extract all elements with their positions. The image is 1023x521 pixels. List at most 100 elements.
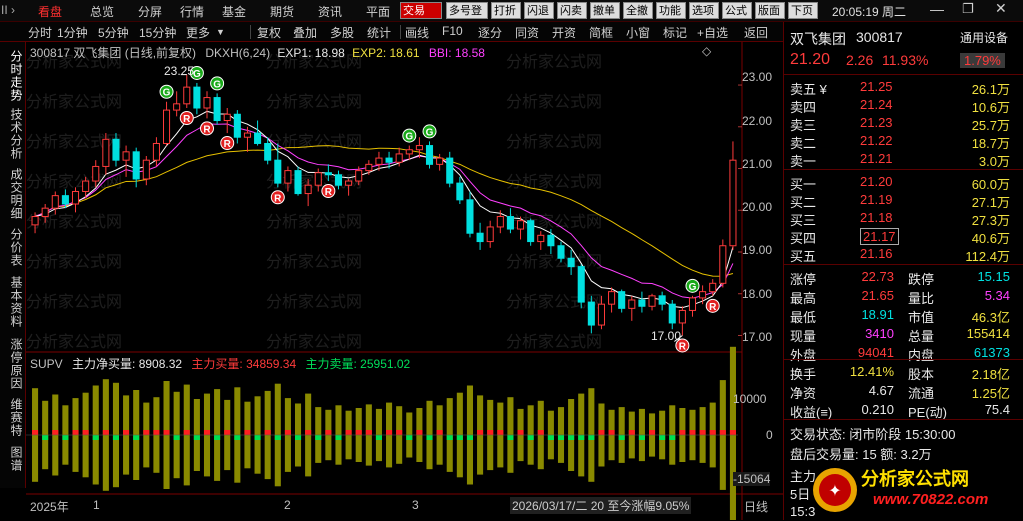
small-window-button[interactable]: 小窗 xyxy=(626,24,650,41)
tab-vset[interactable]: 维赛特 xyxy=(4,398,23,437)
stat-row[interactable]: 现量 3410 总量 155414 xyxy=(784,324,1023,344)
net-buy-bar xyxy=(416,430,423,435)
open-capital-button[interactable]: 开资 xyxy=(552,24,576,41)
candle-body xyxy=(688,297,697,311)
stat-value-2: 5.34 xyxy=(984,288,1010,303)
price-change: 2.26 xyxy=(846,52,874,68)
tab-limit-reason[interactable]: 涨停原因 xyxy=(4,338,23,390)
menu-fenping[interactable]: 分屏 xyxy=(138,3,162,20)
stat-row[interactable]: 最低 18.91 市值 46.3亿 xyxy=(784,305,1023,325)
maximize-icon[interactable]: ❐ xyxy=(962,1,974,17)
draw-line-button[interactable]: 画线 xyxy=(405,24,429,41)
menu-zixun[interactable]: 资讯 xyxy=(318,3,342,20)
add-watchlist-button[interactable]: +自选 xyxy=(697,24,728,41)
back-button[interactable]: 返回 xyxy=(744,24,768,41)
adjust-button[interactable]: 复权 xyxy=(257,24,281,41)
menu-jijin[interactable]: 基金 xyxy=(222,3,246,20)
stock-code: 300817 xyxy=(856,29,903,45)
same-capital-button[interactable]: 同资 xyxy=(515,24,539,41)
bid-row[interactable]: 买一 21.20 60.0万 xyxy=(784,172,1023,192)
menu-pingmian[interactable]: 平面 xyxy=(366,3,390,20)
options-button[interactable]: 选项 xyxy=(689,2,719,19)
ask-row[interactable]: 卖四 21.24 10.6万 xyxy=(784,95,1023,115)
ask-price: 21.21 xyxy=(860,151,893,166)
stats-button[interactable]: 统计 xyxy=(367,24,391,41)
flash-sell-button[interactable]: 闪卖 xyxy=(557,2,587,19)
stat-row[interactable]: 最高 21.65 量比 5.34 xyxy=(784,286,1023,306)
candle-body xyxy=(183,86,191,105)
period-1min[interactable]: 1分钟 xyxy=(57,24,88,41)
flash-out-button[interactable]: 闪退 xyxy=(524,2,554,19)
stat-row[interactable]: 净资 4.67 流通 1.25亿 xyxy=(784,381,1023,401)
candle-body xyxy=(142,159,150,180)
industry-badge[interactable]: 通用设备 xyxy=(960,29,1008,46)
tab-chart-map[interactable]: 图谱 xyxy=(4,446,23,472)
bid-row[interactable]: 买三 21.18 27.3万 xyxy=(784,208,1023,228)
cancel-order-button[interactable]: 撤单 xyxy=(590,2,620,19)
bid-row[interactable]: 买二 21.19 27.1万 xyxy=(784,190,1023,210)
signal-letter: G xyxy=(405,132,413,143)
legend-title: 300817 双飞集团 (日线,前复权) xyxy=(30,46,197,60)
signal-letter: G xyxy=(689,282,697,293)
kline-chart-area[interactable]: 分析家公式网 GRGRGRRRGGRGR 300817 双飞集团 (日线,前复权… xyxy=(26,42,783,520)
layout-button[interactable]: 版面 xyxy=(755,2,785,19)
trade-button[interactable]: 交易 xyxy=(400,2,442,19)
stat-row[interactable]: 收益(≡) 0.210 PE(动) 75.4 xyxy=(784,400,1023,420)
net-buy-bar xyxy=(264,430,271,435)
menu-overflow[interactable]: II › xyxy=(1,3,15,17)
bid-price: 21.18 xyxy=(860,210,893,225)
ask-row[interactable]: 卖一 21.21 3.0万 xyxy=(784,149,1023,169)
legend-indicator[interactable]: DKXH(6,24) xyxy=(205,46,270,60)
net-buy-bar xyxy=(123,430,130,435)
multi-login-button[interactable]: 多号登 xyxy=(446,2,488,19)
yaxis-19: 19.00 xyxy=(742,243,773,257)
period-15min[interactable]: 15分钟 xyxy=(139,24,176,41)
cycle-label[interactable]: 日线 xyxy=(744,498,768,515)
formula-button[interactable]: 公式 xyxy=(722,2,752,19)
simple-frame-button[interactable]: 简框 xyxy=(589,24,613,41)
menu-kanpan[interactable]: 看盘 xyxy=(38,3,62,20)
stat-row[interactable]: 换手 12.41% 股本 2.18亿 xyxy=(784,362,1023,382)
period-more[interactable]: 更多 xyxy=(186,24,210,41)
net-sell-bar xyxy=(456,435,463,440)
minimize-icon[interactable]: — xyxy=(930,1,944,17)
f10-button[interactable]: F10 xyxy=(442,24,463,38)
tab-basic-info[interactable]: 基本资料 xyxy=(4,276,23,328)
net-sell-bar xyxy=(254,435,261,440)
mark-button[interactable]: 标记 xyxy=(663,24,687,41)
candle-body xyxy=(71,190,80,205)
menu-qihuo[interactable]: 期货 xyxy=(270,3,294,20)
ask-row[interactable]: 卖三 21.23 25.7万 xyxy=(784,113,1023,133)
menu-zonglan[interactable]: 总览 xyxy=(90,3,114,20)
tab-price-table[interactable]: 分价表 xyxy=(4,228,23,267)
tab-minute-chart[interactable]: 分时走势 xyxy=(4,50,23,102)
period-5min[interactable]: 5分钟 xyxy=(98,24,129,41)
next-page-button[interactable]: 下页 xyxy=(788,2,818,19)
menu-hangqing[interactable]: 行情 xyxy=(180,3,204,20)
overlay-button[interactable]: 叠加 xyxy=(293,24,317,41)
net-buy-bar xyxy=(719,430,726,435)
ask-row[interactable]: 卖五 ¥21.25 26.1万 xyxy=(784,77,1023,97)
cancel-all-button[interactable]: 全撤 xyxy=(623,2,653,19)
chevron-down-icon[interactable]: ▼ xyxy=(216,27,225,37)
discount-button[interactable]: 打折 xyxy=(491,2,521,19)
candle-body xyxy=(385,157,393,163)
period-minute[interactable]: 分时 xyxy=(28,24,52,41)
stat-row[interactable]: 涨停 22.73 跌停 15.15 xyxy=(784,267,1023,287)
bid-row[interactable]: 买四 21.17 40.6万 xyxy=(784,226,1023,246)
tab-technical[interactable]: 技术分析 xyxy=(4,108,23,160)
close-icon[interactable]: ✕ xyxy=(995,0,1007,17)
per-minute-button[interactable]: 逐分 xyxy=(478,24,502,41)
kline-svg[interactable]: 分析家公式网 GRGRGRRRGGRGR xyxy=(26,42,783,520)
sub-legend-name[interactable]: SUPV xyxy=(30,357,63,371)
yaxis-20: 20.00 xyxy=(742,200,773,214)
legend-bbi: BBI: 18.58 xyxy=(428,46,485,60)
menu-bar: II › 看盘 总览 分屏 行情 基金 期货 资讯 平面 交易 多号登 打折 闪… xyxy=(0,0,1023,22)
candle-body xyxy=(587,301,595,326)
multi-stock-button[interactable]: 多股 xyxy=(330,24,354,41)
bid-row[interactable]: 买五 21.16 112.4万 xyxy=(784,244,1023,264)
tab-trade-detail[interactable]: 成交明细 xyxy=(4,168,23,220)
function-button[interactable]: 功能 xyxy=(656,2,686,19)
ask-row[interactable]: 卖二 21.22 18.7万 xyxy=(784,131,1023,151)
legend-add-icon[interactable]: ◇ xyxy=(702,44,711,58)
